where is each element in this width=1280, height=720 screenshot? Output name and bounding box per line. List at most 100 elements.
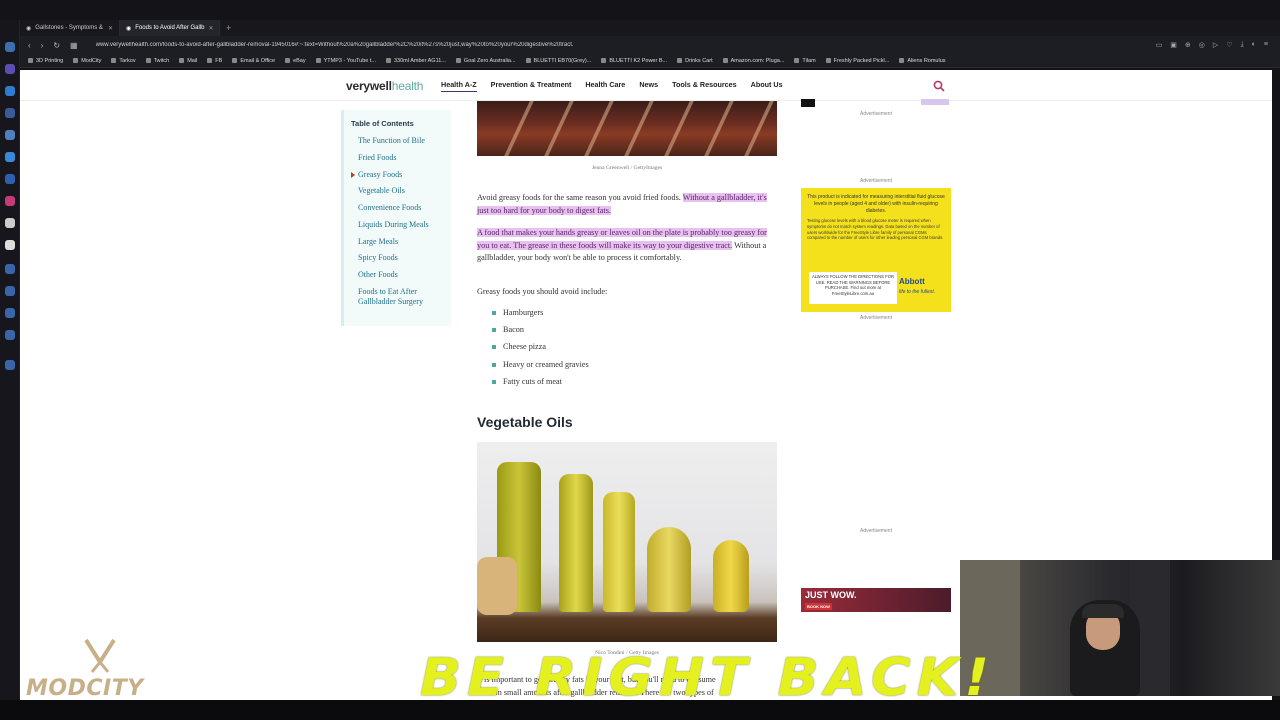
bookmark-item[interactable]: Tilam [794, 58, 816, 64]
ad-headline: This product is indicated for measuring … [807, 194, 945, 214]
bookmark-icon [825, 58, 831, 63]
nav-news[interactable]: News [639, 80, 658, 92]
bookmark-item[interactable]: Tarkov [111, 57, 136, 64]
telegram-icon[interactable] [5, 108, 15, 118]
tab-foods-to-avoid[interactable]: ◉ Foods to Avoid After Gallb ✕ [120, 20, 220, 36]
heart-icon[interactable]: ♡ [1226, 41, 1232, 49]
bookmark-item[interactable]: Freshly Packed Pickl... [825, 58, 889, 64]
tab-gallstones[interactable]: ◉ Gallstones - Symptoms & ✕ [20, 20, 120, 36]
banner-ad[interactable]: JUST WOW. BOOK NOW [801, 588, 951, 612]
ad-label: Advertisement [860, 315, 892, 321]
nav-about[interactable]: About Us [751, 80, 783, 92]
abbott-ad[interactable]: This product is indicated for measuring … [801, 188, 951, 312]
greasy-foods-list: Hamburgers Bacon Cheese pizza Heavy or c… [492, 308, 589, 394]
modcity-brand: MODCITY [26, 676, 144, 701]
tab-label: Gallstones - Symptoms & [35, 25, 103, 31]
grid-icon[interactable]: ▦ [70, 41, 78, 50]
paragraph-1: Avoid greasy foods for the same reason y… [477, 192, 777, 217]
extensions-icon[interactable] [5, 330, 15, 340]
toc-item[interactable]: Spicy Foods [358, 253, 451, 263]
globe-icon: ◉ [26, 25, 32, 32]
bookmark-item[interactable]: YTMP3 - YouTube t... [315, 58, 376, 64]
bookmark-item[interactable]: Amazon.com: Pluga... [722, 57, 785, 64]
bookmark-icon [315, 58, 321, 63]
toc-item[interactable]: Fried Foods [358, 153, 451, 163]
paragraph-2: A food that makes your hands greasy or l… [477, 227, 777, 265]
bookmark-label: Email & Office [240, 57, 276, 64]
profile-icon[interactable]: ◐ [1252, 41, 1256, 49]
url-field[interactable]: www.verywellhealth.com/foods-to-avoid-af… [96, 42, 1146, 48]
bookmark-label: Aliens Romulus [907, 57, 946, 64]
forward-icon[interactable]: › [41, 41, 44, 50]
bookmark-item[interactable]: FB [207, 58, 222, 64]
whatsapp-icon[interactable] [5, 86, 15, 96]
messenger-alt-icon[interactable] [5, 174, 15, 184]
olive-oil-bottles-image [477, 442, 777, 642]
image-caption: Jenna Greenwell / GettyImages [591, 165, 663, 171]
toc-item[interactable]: The Function of Bile [358, 136, 451, 146]
bookmark-item[interactable]: 3D Printing [28, 58, 63, 64]
bookmark-item[interactable]: ModCity [73, 58, 101, 64]
bluesky-icon[interactable] [5, 152, 15, 162]
bookmark-item[interactable]: Goal Zero Australia... [455, 58, 516, 64]
bookmark-icon [525, 58, 531, 63]
reader-icon[interactable]: ▭ [1156, 41, 1163, 49]
bookmark-label: ModCity [81, 57, 102, 64]
browser-sidebar [0, 20, 20, 700]
verywell-favicon-icon: ◉ [126, 25, 132, 32]
list-intro: Greasy foods you should avoid include: [477, 287, 608, 296]
screenshot-icon[interactable]: ▣ [1170, 41, 1177, 49]
bookmark-item[interactable]: BLUETTI EB70(Grey)... [525, 58, 591, 64]
bookmark-item[interactable]: Twitch [145, 58, 169, 64]
nav-prevention[interactable]: Prevention & Treatment [491, 80, 572, 92]
close-icon[interactable]: ✕ [108, 25, 113, 32]
toc-item[interactable]: Other Foods [358, 270, 451, 280]
close-icon[interactable]: ✕ [209, 25, 214, 32]
download-icon[interactable]: ⤓ [1241, 41, 1244, 49]
bookmark-label: eBay [293, 57, 306, 64]
zoom-icon[interactable]: ⊕ [1185, 41, 1191, 49]
toc-item[interactable]: Convenience Foods [358, 203, 451, 213]
messenger-icon[interactable] [5, 42, 15, 52]
toc-item[interactable]: Foods to Eat After Gallbladder Surgery [358, 287, 451, 308]
site-nav: Health A-Z Prevention & Treatment Health… [441, 80, 783, 92]
discord-icon[interactable] [5, 64, 15, 74]
instagram-icon[interactable] [5, 196, 15, 206]
bookmark-item[interactable]: 330ml Amber AG11... [386, 58, 446, 64]
search-icon[interactable] [933, 80, 945, 92]
new-tab-icon[interactable]: + [220, 23, 237, 33]
twitch-icon[interactable] [5, 130, 15, 140]
nav-health-a-z[interactable]: Health A-Z [441, 80, 477, 92]
music-icon[interactable] [5, 264, 15, 274]
bookmark-label: Amazon.com: Pluga... [730, 57, 785, 64]
bookmark-item[interactable]: Mail [179, 58, 197, 64]
site-logo[interactable]: verywellhealth [346, 79, 423, 93]
bookmark-item[interactable]: Aliens Romulus [899, 57, 946, 64]
toc-item-active[interactable]: Greasy Foods [351, 170, 451, 180]
bookmark-item[interactable]: Email & Office [232, 58, 275, 64]
back-icon[interactable]: ‹ [28, 41, 31, 50]
nav-tools[interactable]: Tools & Resources [672, 80, 737, 92]
history-icon[interactable] [5, 286, 15, 296]
list-item: Heavy or creamed gravies [492, 360, 589, 369]
bookmark-label: 3D Printing [36, 57, 64, 64]
x-icon[interactable] [5, 218, 15, 228]
list-item: Cheese pizza [492, 342, 589, 351]
nav-health-care[interactable]: Health Care [585, 80, 625, 92]
reload-icon[interactable]: ↻ [53, 41, 60, 50]
toc-item[interactable]: Liquids During Meals [358, 220, 451, 230]
toc-item[interactable]: Vegetable Oils [358, 186, 451, 196]
camera-icon[interactable]: ◎ [1199, 41, 1205, 49]
tiktok-icon[interactable] [5, 240, 15, 250]
play-icon[interactable]: ▷ [1213, 41, 1218, 49]
bookmark-icon [232, 58, 238, 63]
downloads-icon[interactable] [5, 308, 15, 318]
bookmark-label: Tarkov [119, 57, 136, 64]
menu-icon[interactable]: ≡ [1264, 41, 1268, 49]
bookmark-icon [207, 58, 213, 63]
bookmark-item[interactable]: Drinks Cart [677, 58, 713, 64]
bookmark-item[interactable]: eBay [285, 58, 306, 64]
bookmark-item[interactable]: BLUETTI K2 Power B... [601, 58, 667, 64]
toc-item[interactable]: Large Meals [358, 237, 451, 247]
settings-icon[interactable] [5, 360, 15, 370]
